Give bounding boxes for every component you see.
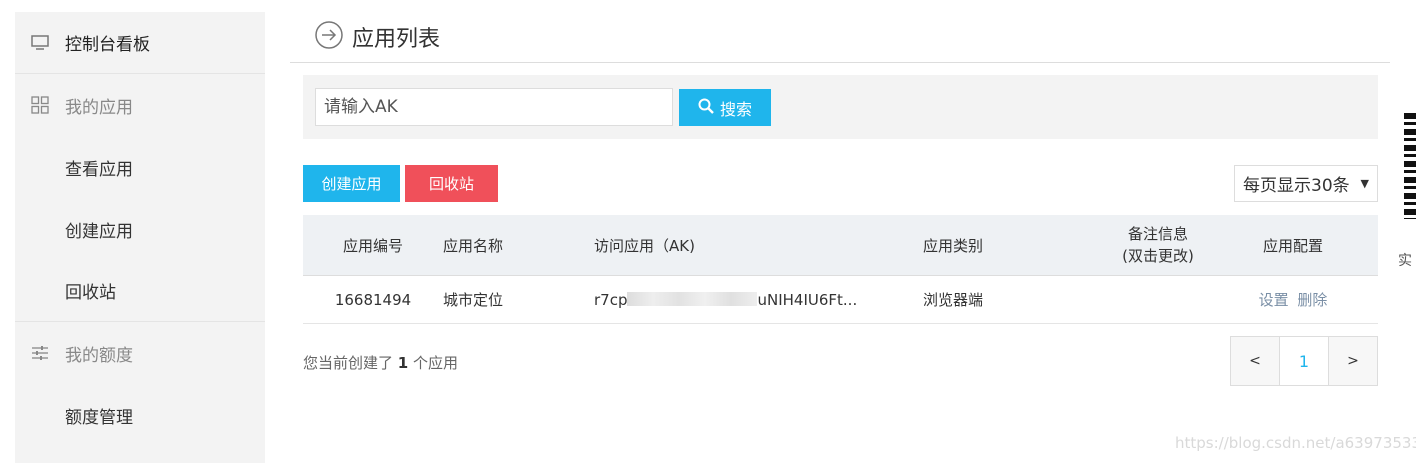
app-ak: r7cp uNIH4IU6Ft... — [594, 291, 857, 309]
sidebar-item-label: 控制台看板 — [65, 35, 150, 55]
app-count-text: 您当前创建了 1 个应用 — [303, 352, 458, 373]
sidebar: 控制台看板 我的应用 查看应用 创建应用 回收站 我的额度 额度管理 — [15, 12, 265, 463]
app-table: 应用编号 应用名称 访问应用（AK) 应用类别 备注信息 (双击更改) 应用配置… — [303, 215, 1378, 324]
sidebar-item-label: 我的应用 — [65, 97, 133, 118]
app-count: 1 — [397, 354, 409, 372]
grid-icon — [15, 96, 65, 114]
caret-down-icon: ▼ — [1360, 177, 1369, 190]
page-title: 应用列表 — [352, 27, 441, 52]
monitor-icon — [15, 34, 65, 51]
search-icon — [698, 98, 714, 118]
main-content: 应用列表 搜索 创建应用 回收站 每页显示30条 ▼ 应用编号 应用名称 访问应… — [290, 12, 1390, 386]
page-1-button[interactable]: 1 — [1280, 337, 1329, 385]
sidebar-item-label: 回收站 — [65, 283, 116, 303]
next-page-button[interactable]: > — [1329, 337, 1377, 385]
sidebar-group-my-apps[interactable]: 我的应用 — [15, 74, 265, 136]
header-app-name: 应用名称 — [442, 236, 503, 255]
ak-prefix: r7cp — [594, 290, 628, 309]
search-input[interactable] — [315, 88, 673, 126]
header-remark: 备注信息 (双击更改) — [1108, 223, 1208, 267]
per-page-value: 每页显示30条 — [1243, 176, 1350, 196]
app-id: 16681494 — [334, 290, 412, 309]
sidebar-item-dashboard[interactable]: 控制台看板 — [15, 12, 265, 74]
sidebar-group-my-quota[interactable]: 我的额度 — [15, 322, 265, 384]
header-ak: 访问应用（AK) — [594, 236, 695, 255]
sidebar-item-label: 额度管理 — [65, 407, 133, 428]
qr-code-icon[interactable] — [1404, 113, 1416, 219]
search-bar: 搜索 — [303, 75, 1378, 139]
arrow-circle-icon — [314, 20, 344, 54]
header-remark-line1: 备注信息 — [1127, 225, 1188, 243]
table-row: 16681494 城市定位 r7cp uNIH4IU6Ft... 浏览器端 设置 … — [303, 276, 1378, 324]
sidebar-item-label: 创建应用 — [65, 221, 133, 242]
ak-redacted — [627, 292, 758, 306]
sidebar-item-view-apps[interactable]: 查看应用 — [15, 136, 265, 198]
create-app-button[interactable]: 创建应用 — [303, 165, 400, 202]
sliders-icon — [15, 345, 65, 361]
header-config: 应用配置 — [1262, 236, 1323, 255]
prev-page-button[interactable]: < — [1231, 337, 1280, 385]
search-button[interactable]: 搜索 — [679, 89, 771, 126]
settings-link[interactable]: 设置 — [1259, 291, 1289, 309]
table-header: 应用编号 应用名称 访问应用（AK) 应用类别 备注信息 (双击更改) 应用配置 — [303, 215, 1378, 276]
pagination: < 1 > — [1230, 336, 1378, 386]
app-name: 城市定位 — [442, 291, 503, 309]
header-app-id: 应用编号 — [342, 236, 403, 255]
ak-suffix: uNIH4IU6Ft... — [757, 290, 858, 309]
sidebar-item-create-app[interactable]: 创建应用 — [15, 198, 265, 260]
delete-link[interactable]: 删除 — [1297, 291, 1327, 309]
app-config-actions: 设置 删除 — [1243, 289, 1343, 310]
recycle-bin-button[interactable]: 回收站 — [405, 165, 498, 202]
header-category: 应用类别 — [922, 236, 983, 255]
sidebar-item-quota-manage[interactable]: 额度管理 — [15, 384, 265, 446]
per-page-select[interactable]: 每页显示30条 ▼ — [1234, 165, 1378, 202]
page-header: 应用列表 — [290, 12, 1390, 63]
count-prefix: 您当前创建了 — [303, 354, 394, 372]
side-text: 实 — [1398, 253, 1412, 269]
app-category: 浏览器端 — [922, 291, 983, 309]
sidebar-item-label: 查看应用 — [65, 159, 133, 180]
sidebar-item-label: 我的额度 — [65, 345, 133, 366]
count-suffix: 个应用 — [413, 354, 459, 372]
watermark: https://blog.csdn.net/a639735331 — [1175, 434, 1416, 452]
search-button-label: 搜索 — [719, 99, 752, 119]
header-remark-line2: (双击更改) — [1122, 247, 1194, 265]
sidebar-item-recycle[interactable]: 回收站 — [15, 260, 265, 322]
